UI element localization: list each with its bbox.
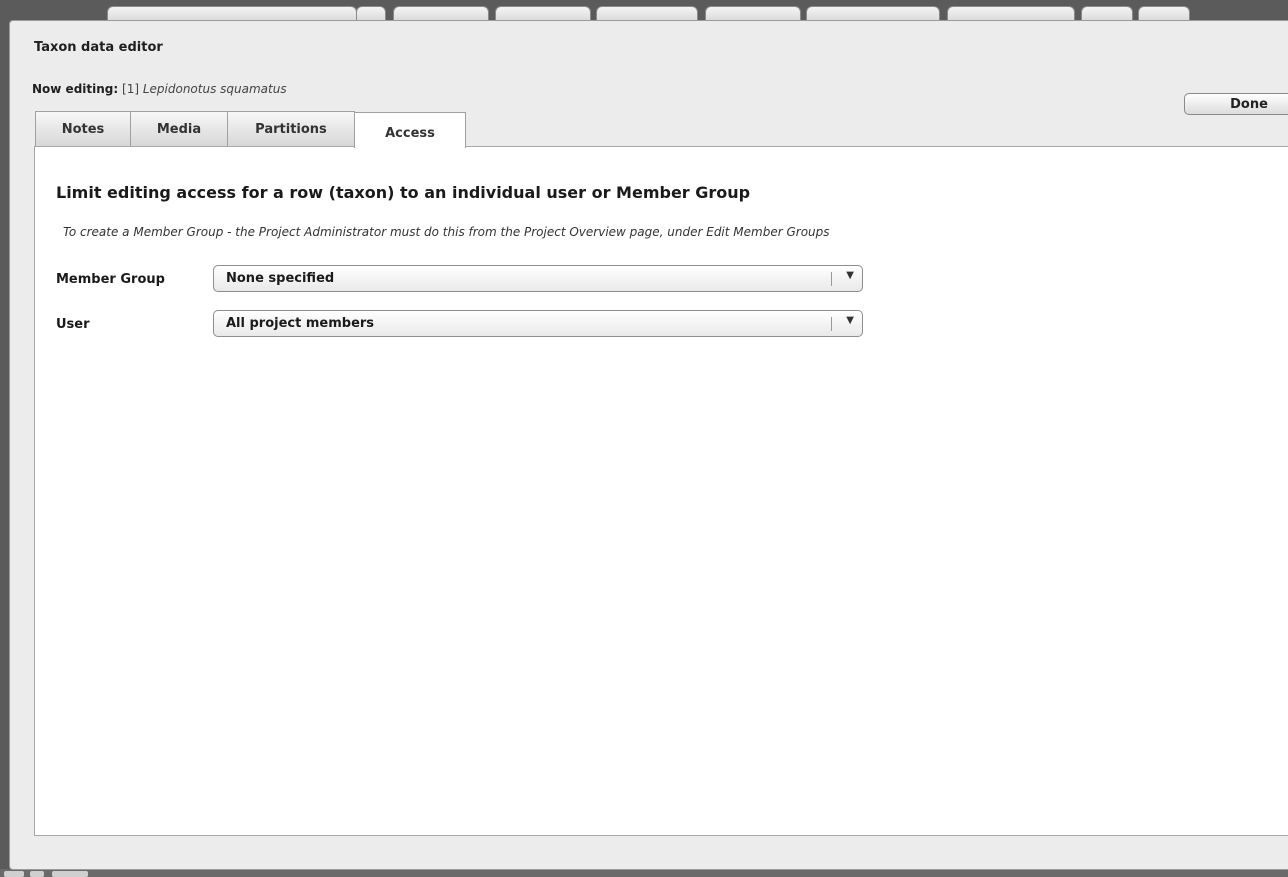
background-control [52, 871, 88, 877]
member-group-select[interactable]: None specified ▼ [213, 265, 863, 292]
background-control [30, 871, 44, 877]
background-tab-strip [0, 0, 1288, 25]
dialog-title: Taxon data editor [34, 40, 163, 55]
tab-access[interactable]: Access [354, 112, 466, 148]
user-select[interactable]: All project members ▼ [213, 310, 863, 337]
user-value: All project members [226, 316, 375, 331]
chevron-down-icon[interactable]: ▼ [846, 315, 854, 326]
now-editing-line: Now editing: [1] Lepidonotus squamatus [32, 82, 287, 96]
tab-partitions[interactable]: Partitions [227, 111, 355, 146]
taxon-index: [1] [122, 82, 140, 96]
done-button[interactable]: Done [1184, 93, 1288, 115]
tab-notes[interactable]: Notes [35, 111, 131, 146]
member-group-value: None specified [226, 271, 335, 286]
member-group-label: Member Group [56, 272, 165, 287]
tab-media[interactable]: Media [130, 111, 228, 146]
select-divider [831, 272, 832, 286]
access-panel: Limit editing access for a row (taxon) t… [34, 146, 1288, 836]
now-editing-label: Now editing: [32, 82, 119, 96]
background-status-strip [0, 869, 1288, 877]
access-heading: Limit editing access for a row (taxon) t… [56, 183, 751, 202]
member-group-note: To create a Member Group - the Project A… [63, 225, 830, 239]
taxon-data-editor-dialog: Taxon data editor Now editing: [1] Lepid… [9, 20, 1288, 870]
user-label: User [56, 317, 90, 332]
select-divider [831, 317, 832, 331]
taxon-name: Lepidonotus squamatus [142, 82, 287, 96]
chevron-down-icon[interactable]: ▼ [846, 270, 854, 281]
background-control [4, 871, 24, 877]
